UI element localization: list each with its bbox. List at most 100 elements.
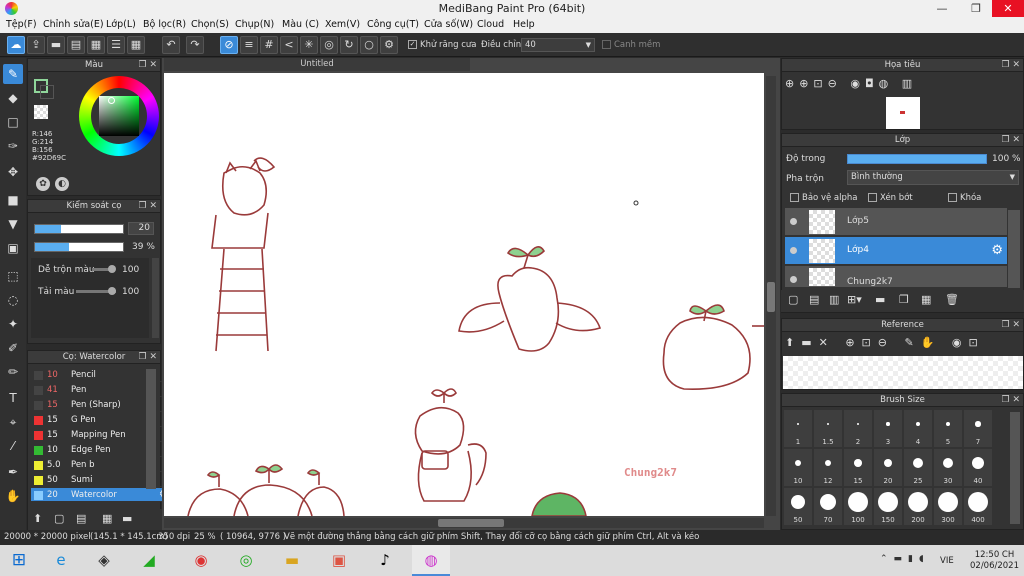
new-page-icon[interactable]: ▤ <box>67 36 85 54</box>
select-eraser-tool-icon[interactable]: ✏ <box>3 362 23 382</box>
folder-icon[interactable]: ▬ <box>273 545 311 576</box>
clock[interactable]: 12:50 CH 02/06/2021 <box>970 550 1019 572</box>
layer-item[interactable]: Chung2k7 <box>785 266 1007 288</box>
horizontal-scrollbar[interactable] <box>164 518 764 528</box>
menu-select[interactable]: Chọn(S) <box>191 19 229 30</box>
layer-opacity-slider[interactable] <box>847 154 987 164</box>
curve-snap-icon[interactable]: ↻ <box>340 36 358 54</box>
antialias-checkbox[interactable]: ✓ Khử răng cưa <box>408 40 477 50</box>
grid-icon[interactable]: ▦ <box>127 36 145 54</box>
scrollbar[interactable] <box>152 258 159 338</box>
brush-size-option[interactable]: 1 <box>784 410 812 447</box>
brush-size-option[interactable]: 50 <box>784 488 812 525</box>
undo-icon[interactable]: ↶ <box>162 36 180 54</box>
comment-icon[interactable]: ▬ <box>47 36 65 54</box>
saturation-box[interactable] <box>99 96 139 136</box>
app-icon[interactable]: ◈ <box>85 545 123 576</box>
redo-icon[interactable]: ↷ <box>186 36 204 54</box>
menu-tools[interactable]: Công cụ(T) <box>367 19 419 30</box>
trash-icon[interactable]: 🗑 <box>945 293 959 306</box>
folder-icon[interactable]: ▬ <box>875 293 885 306</box>
color-picker-handle[interactable] <box>108 97 115 104</box>
parallel-snap-icon[interactable]: ≡ <box>240 36 258 54</box>
tab-untitled[interactable]: Untitled <box>164 58 470 71</box>
brush-size-option[interactable]: 70 <box>814 488 842 525</box>
brush-settings-icon[interactable]: ▦ <box>102 512 112 525</box>
menu-capture[interactable]: Chụp(N) <box>235 19 274 30</box>
minimize-button[interactable]: — <box>926 0 958 17</box>
brush-size-option[interactable]: 4 <box>904 410 932 447</box>
layers-scrollbar[interactable] <box>1008 210 1020 288</box>
smooth-checkbox[interactable]: Canh mềm <box>602 40 660 50</box>
divide-tool-icon[interactable]: ⌖ <box>3 412 23 432</box>
brush-size-option[interactable]: 5 <box>934 410 962 447</box>
share-icon[interactable]: ⇪ <box>27 36 45 54</box>
vertical-scrollbar[interactable] <box>766 76 776 516</box>
new-layer-icon[interactable]: ▢ <box>788 293 798 306</box>
brush-size-option[interactable]: 12 <box>814 449 842 486</box>
brush-opacity-slider[interactable] <box>34 242 124 252</box>
reference-view[interactable] <box>783 356 1023 389</box>
gear-icon[interactable]: ⚙ <box>991 243 1003 258</box>
brush-size-option[interactable]: 200 <box>904 488 932 525</box>
menu-cloud[interactable]: Cloud <box>477 19 504 30</box>
menu-color[interactable]: Màu (C) <box>282 19 319 30</box>
close-icon[interactable]: ❐ ✕ <box>1002 59 1020 72</box>
brush-size-value[interactable]: 20 <box>128 222 154 235</box>
navigator-preview[interactable] <box>886 97 920 129</box>
pen-tool-icon[interactable]: ✒ <box>3 462 23 482</box>
add-layer-menu-icon[interactable]: ⊞▾ <box>847 293 862 306</box>
brush-size-option[interactable]: 30 <box>934 449 962 486</box>
chrome-icon[interactable]: ◉ <box>182 545 220 576</box>
maximize-button[interactable]: ❐ <box>960 0 992 17</box>
magic-wand-tool-icon[interactable]: ✦ <box>3 314 23 334</box>
eye-icon[interactable] <box>790 276 797 283</box>
brush-size-option[interactable]: 150 <box>874 488 902 525</box>
lasso-tool-icon[interactable]: ◌ <box>3 290 23 310</box>
bluestacks-icon[interactable]: ◢ <box>130 545 168 576</box>
halftone-layer-icon[interactable]: ▥ <box>829 293 839 306</box>
app-green-icon[interactable]: ◎ <box>227 545 265 576</box>
protect-alpha-checkbox[interactable]: Bảo vệ alpha <box>790 193 857 203</box>
brush-size-option[interactable]: 20 <box>874 449 902 486</box>
background-color-swatch[interactable] <box>40 85 54 99</box>
lock-checkbox[interactable]: Khóa <box>948 193 981 203</box>
windows-start-icon[interactable]: ⊞ <box>0 545 38 576</box>
page-icon[interactable]: ▦ <box>87 36 105 54</box>
scrollbar[interactable] <box>146 369 156 489</box>
brush-size-slider[interactable] <box>34 224 124 234</box>
layer-item[interactable]: Lớp5 <box>785 208 1007 236</box>
eye-icon[interactable] <box>790 247 797 254</box>
brush-size-option[interactable]: 3 <box>874 410 902 447</box>
tiktok-icon[interactable]: ♪ <box>366 545 404 576</box>
fill-rect-tool-icon[interactable]: ■ <box>3 190 23 210</box>
close-icon[interactable]: ❐ ✕ <box>139 200 157 213</box>
duplicate-layer-icon[interactable]: ▤ <box>809 293 819 306</box>
brush-folder-icon[interactable]: ▬ <box>122 512 132 525</box>
medibang-icon[interactable]: ◍ <box>412 545 450 576</box>
hand-tool-icon[interactable]: ✋ <box>3 486 23 506</box>
reference-toolbar[interactable]: ⬆▬✕ ⊕⊡⊖ ✎✋ ◉⊡ <box>785 336 985 349</box>
brush-size-option[interactable]: 1.5 <box>814 410 842 447</box>
close-icon[interactable]: ❐ ✕ <box>1002 319 1020 332</box>
navigator-toolbar[interactable]: ⊕⊕⊡⊖ ◉◘◍ ▥ <box>785 77 917 90</box>
gradient-tool-icon[interactable]: ▣ <box>3 238 23 258</box>
close-icon[interactable]: ❐ ✕ <box>1002 394 1020 407</box>
close-button[interactable]: ✕ <box>992 0 1024 17</box>
cross-snap-icon[interactable]: # <box>260 36 278 54</box>
adjust-select[interactable]: 40 ▼ <box>521 38 595 52</box>
eraser-tool-icon[interactable]: ◆ <box>3 88 23 108</box>
layer-settings-icon[interactable]: ▦ <box>921 293 931 306</box>
palette-icon[interactable]: ✿ <box>36 177 50 191</box>
brush-tool-icon[interactable]: ✎ <box>3 64 23 84</box>
menu-file[interactable]: Tệp(F) <box>6 19 37 30</box>
snap-settings-icon[interactable]: ⚙ <box>380 36 398 54</box>
snap-off-icon[interactable]: ⊘ <box>220 36 238 54</box>
menu-layer[interactable]: Lớp(L) <box>106 19 136 30</box>
bucket-tool-icon[interactable]: ▼ <box>3 214 23 234</box>
ellipse-snap-icon[interactable]: ○ <box>360 36 378 54</box>
select-tool-icon[interactable]: ⬚ <box>3 266 23 286</box>
menu-window[interactable]: Cửa số(W) <box>424 19 473 30</box>
select-pen-tool-icon[interactable]: ✐ <box>3 338 23 358</box>
radial-snap-icon[interactable]: ✳ <box>300 36 318 54</box>
